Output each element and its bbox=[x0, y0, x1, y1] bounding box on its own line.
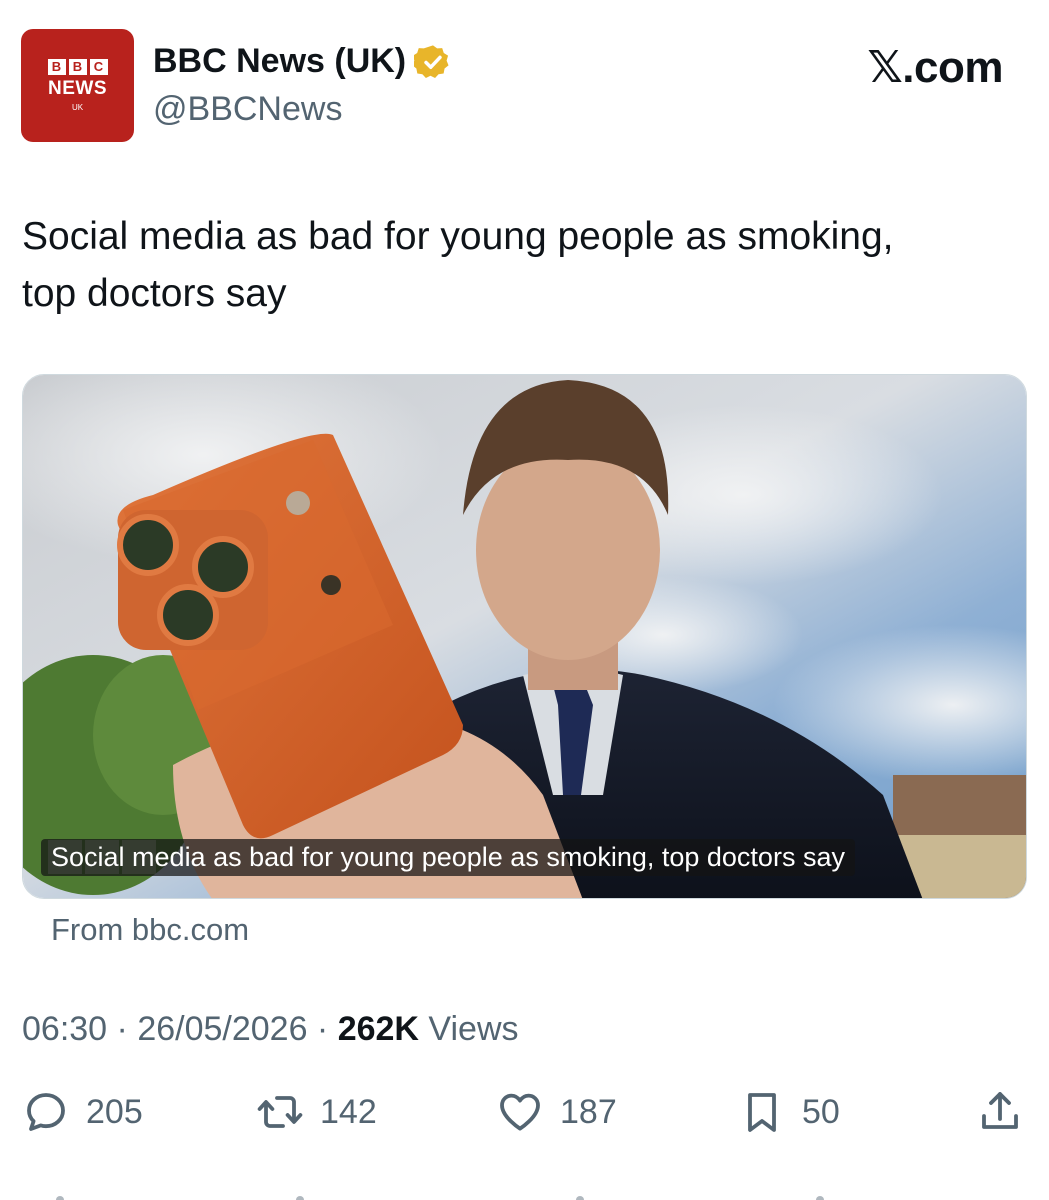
tweet-text-line-1: Social media as bad for young people as … bbox=[22, 215, 894, 258]
bbc-block-c: C bbox=[89, 59, 108, 75]
tweet-date[interactable]: 26/05/2026 bbox=[137, 1010, 307, 1048]
tweet-text-line-2: top doctors say bbox=[22, 272, 287, 315]
avatar-uk-label: UK bbox=[71, 103, 84, 112]
bookmark-icon bbox=[748, 1093, 776, 1132]
action-bar: 205 142 187 50 bbox=[0, 1088, 1049, 1142]
share-icon bbox=[982, 1092, 1018, 1129]
tweet-text: Social media as bad for young people as … bbox=[22, 208, 1022, 322]
views-count: 262K bbox=[337, 1010, 419, 1048]
bookmark-count: 50 bbox=[802, 1092, 840, 1131]
media-caption: Social media as bad for young people as … bbox=[41, 839, 855, 876]
repost-button[interactable]: 142 bbox=[256, 1088, 377, 1136]
like-button[interactable]: 187 bbox=[496, 1088, 617, 1136]
avatar[interactable]: B B C NEWS UK bbox=[21, 29, 134, 142]
tweet-time[interactable]: 06:30 bbox=[22, 1010, 107, 1048]
like-count: 187 bbox=[560, 1092, 617, 1131]
next-row-peek bbox=[56, 1196, 824, 1200]
x-site-label: 𝕏.com bbox=[867, 43, 1003, 92]
verified-badge-icon bbox=[414, 44, 449, 78]
avatar-news-label: NEWS bbox=[48, 78, 107, 99]
reply-icon bbox=[27, 1093, 65, 1131]
views-label: Views bbox=[418, 1010, 519, 1048]
heart-icon bbox=[500, 1093, 540, 1131]
reply-count: 205 bbox=[86, 1092, 143, 1131]
display-name[interactable]: BBC News (UK) bbox=[153, 42, 406, 81]
display-name-row[interactable]: BBC News (UK) bbox=[153, 42, 452, 81]
link-source[interactable]: From bbc.com bbox=[51, 912, 249, 948]
meta-separator-2: · bbox=[307, 1010, 338, 1048]
bbc-block-b2: B bbox=[68, 59, 87, 75]
share-button[interactable] bbox=[976, 1088, 1024, 1136]
bbc-logo-blocks: B B C bbox=[47, 59, 108, 75]
media-card[interactable]: Social media as bad for young people as … bbox=[22, 374, 1027, 899]
handle[interactable]: @BBCNews bbox=[153, 90, 342, 129]
reply-button[interactable]: 205 bbox=[22, 1088, 143, 1136]
repost-count: 142 bbox=[320, 1092, 377, 1131]
media-photo bbox=[23, 375, 1026, 898]
repost-icon bbox=[257, 1096, 303, 1128]
bookmark-button[interactable]: 50 bbox=[738, 1088, 840, 1136]
bbc-block-b1: B bbox=[47, 59, 66, 75]
meta-separator-1: · bbox=[107, 1010, 138, 1048]
tweet-meta: 06:30 · 26/05/2026 · 262K Views bbox=[22, 1010, 519, 1049]
